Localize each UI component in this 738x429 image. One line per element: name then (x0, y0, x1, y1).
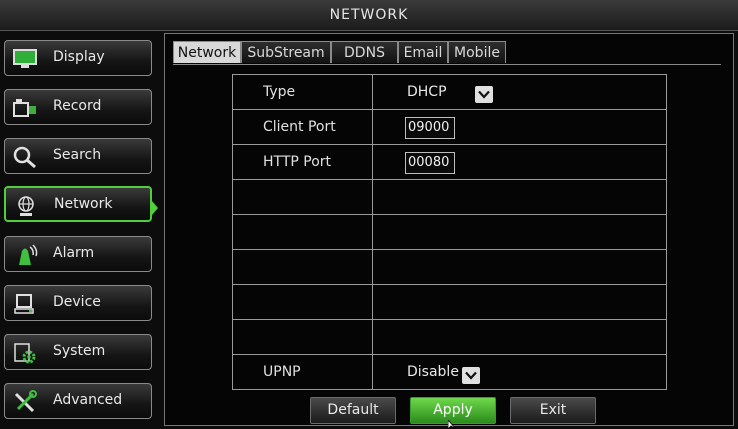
tab-substream[interactable]: SubStream (241, 41, 331, 63)
sidebar-item-record[interactable]: Record (4, 89, 152, 125)
sidebar-item-label: Device (53, 294, 101, 310)
sidebar-item-label: Display (53, 49, 105, 65)
sidebar-item-alarm[interactable]: Alarm (4, 236, 152, 272)
mouse-cursor-icon (448, 420, 457, 429)
client-port-label: Client Port (263, 119, 336, 135)
sidebar-item-label: Search (53, 147, 102, 163)
sidebar-item-advanced[interactable]: Advanced (4, 383, 152, 419)
empty-row (233, 250, 666, 285)
client-port-input[interactable]: 09000 (405, 117, 455, 139)
gear-icon (14, 343, 36, 364)
sidebar-item-label: Record (53, 98, 102, 114)
settings-table: Type DHCP Client Port 09000 HTTP Port 00… (232, 74, 667, 390)
sidebar-item-label: System (53, 343, 106, 359)
http-port-input[interactable]: 00080 (405, 152, 455, 174)
camera-record-icon (13, 99, 36, 117)
row-type: Type DHCP (233, 75, 666, 110)
sidebar-item-network[interactable]: Network (4, 186, 152, 222)
type-dropdown-button[interactable] (475, 86, 493, 103)
sidebar-item-system[interactable]: System (4, 334, 152, 370)
row-client-port: Client Port 09000 (233, 110, 666, 145)
chevron-down-icon (478, 90, 490, 99)
tab-mobile[interactable]: Mobile (448, 41, 506, 63)
alarm-icon (19, 244, 38, 265)
globe-network-icon (18, 196, 34, 216)
empty-row (233, 215, 666, 250)
upnp-value[interactable]: Disable (407, 364, 459, 380)
tab-underline (173, 64, 721, 65)
exit-button[interactable]: Exit (510, 397, 596, 424)
window-title: NETWORK (0, 0, 738, 31)
active-item-arrow (152, 201, 158, 215)
type-label: Type (263, 84, 296, 100)
upnp-dropdown-button[interactable] (462, 367, 480, 384)
row-http-port: HTTP Port 00080 (233, 145, 666, 180)
sidebar-item-display[interactable]: Display (4, 40, 152, 76)
magnifier-icon (13, 146, 36, 169)
upnp-label: UPNP (263, 364, 301, 380)
empty-row (233, 320, 666, 355)
sidebar-item-device[interactable]: Device (4, 285, 152, 321)
tools-icon (14, 390, 37, 413)
tab-network[interactable]: Network (173, 41, 241, 63)
tab-email[interactable]: Email (398, 41, 448, 63)
empty-row (233, 180, 666, 215)
chevron-down-icon (465, 371, 477, 380)
sidebar: Display Record Search Network Alarm Devi… (0, 31, 162, 429)
sidebar-item-search[interactable]: Search (4, 138, 152, 174)
sidebar-item-label: Advanced (53, 392, 123, 408)
sidebar-item-label: Network (54, 196, 113, 212)
device-icon (14, 294, 34, 314)
default-button[interactable]: Default (310, 397, 396, 424)
monitor-icon (13, 49, 37, 68)
sidebar-item-label: Alarm (53, 245, 95, 261)
http-port-label: HTTP Port (263, 154, 332, 170)
row-upnp: UPNP Disable (233, 355, 666, 390)
network-settings-panel: Network SubStream DDNS Email Mobile Type… (164, 33, 734, 426)
tab-ddns[interactable]: DDNS (331, 41, 398, 63)
type-value[interactable]: DHCP (407, 84, 447, 100)
empty-row (233, 285, 666, 320)
